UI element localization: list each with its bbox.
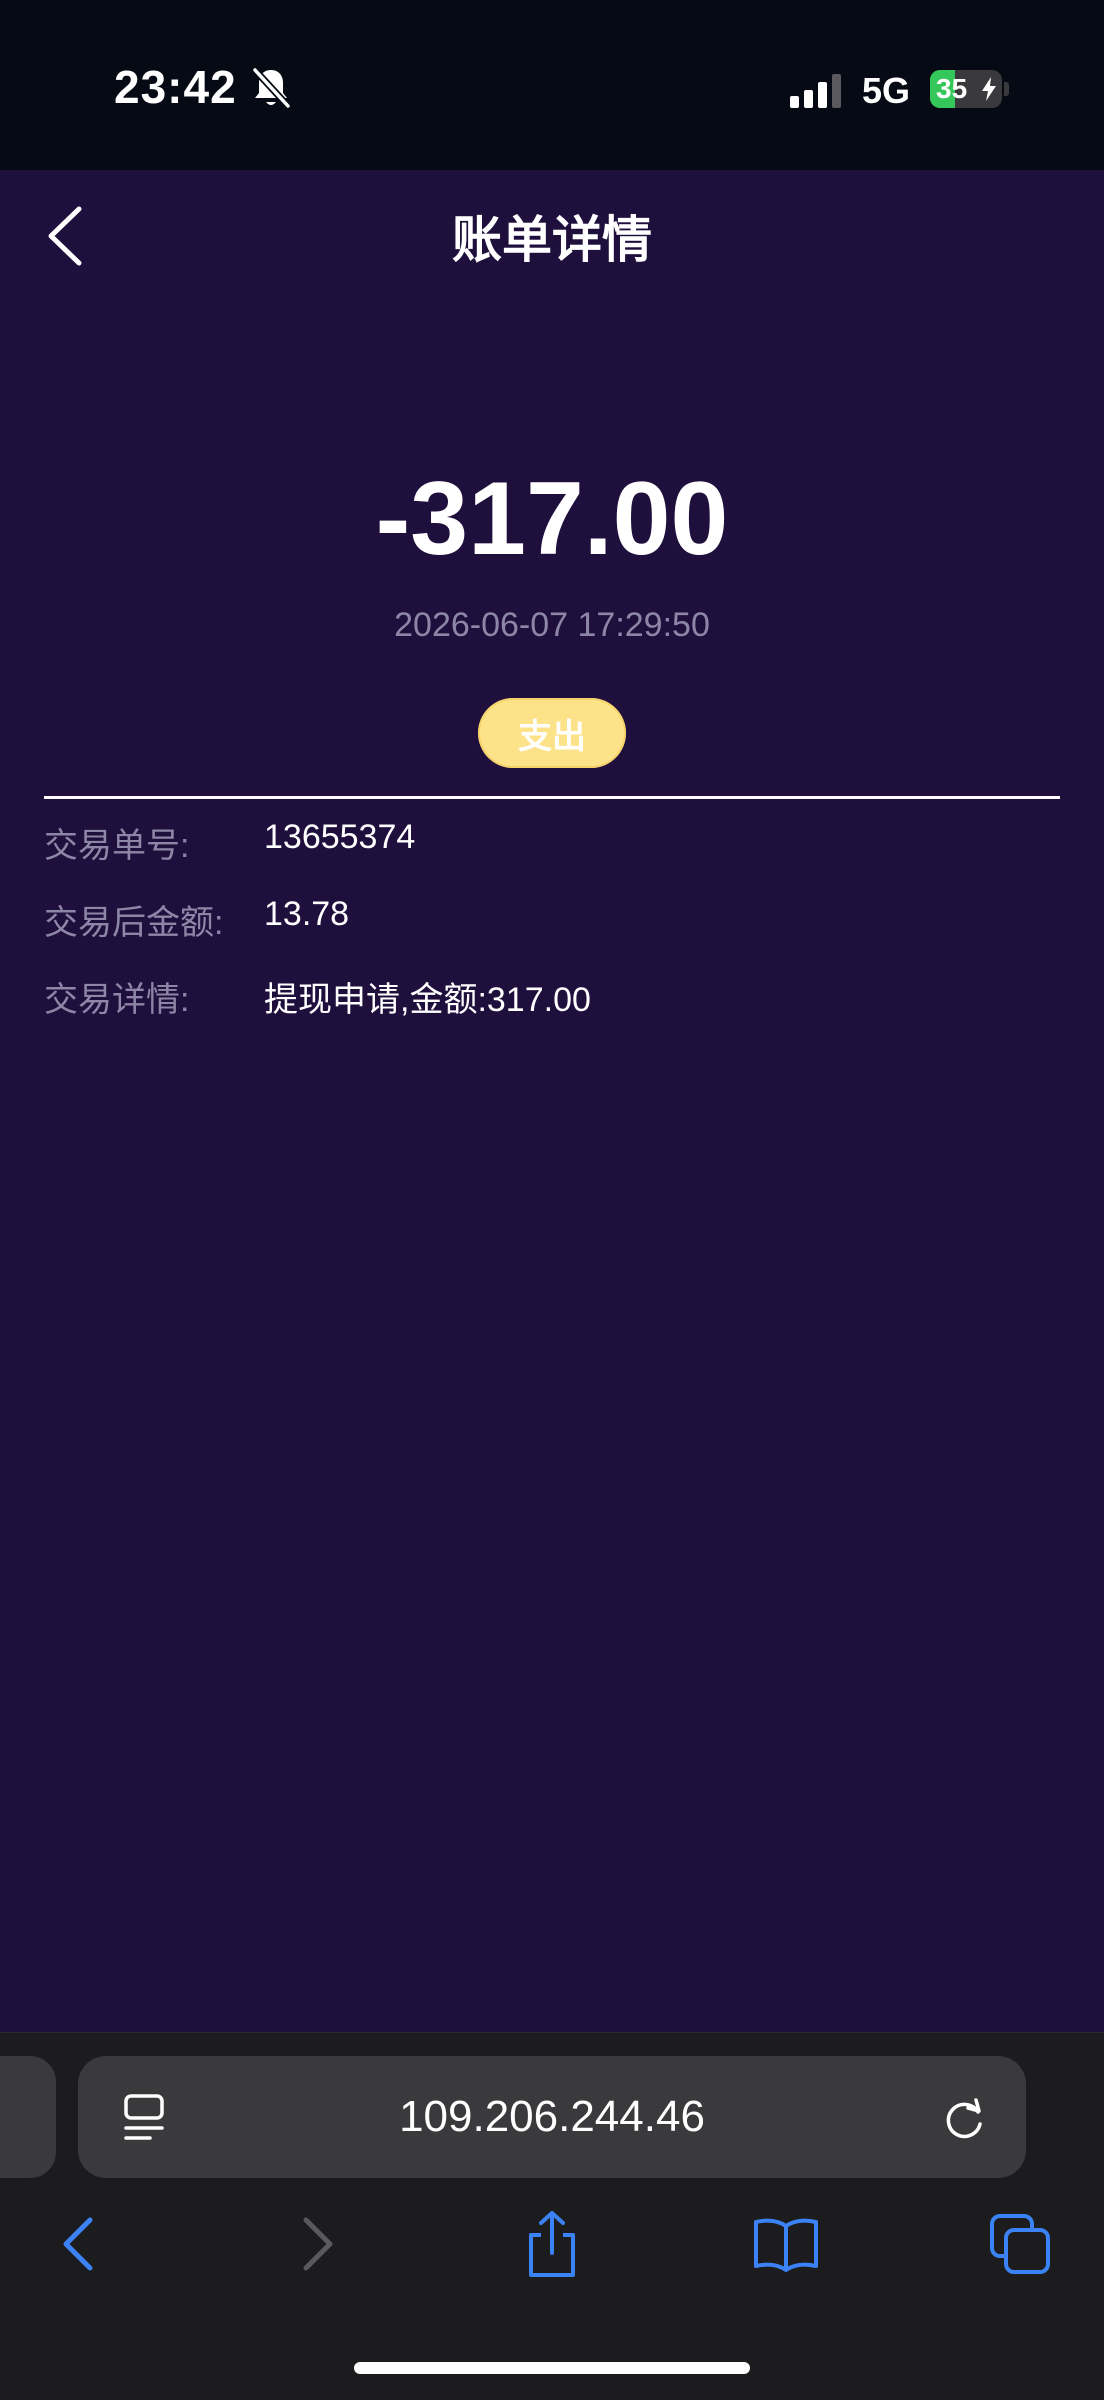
detail-row-description: 交易详情: 提现申请,金额:317.00 bbox=[44, 972, 1060, 1032]
detail-value: 提现申请,金额:317.00 bbox=[264, 981, 591, 1019]
status-bar: 23:42 5G 35 bbox=[0, 0, 1104, 170]
transaction-type-badge: 支出 bbox=[478, 698, 626, 768]
detail-label: 交易单号: bbox=[44, 827, 190, 865]
detail-value: 13655374 bbox=[264, 818, 416, 856]
home-indicator bbox=[354, 2362, 750, 2374]
bookmarks-icon bbox=[754, 2218, 818, 2272]
signal-icon bbox=[790, 74, 841, 108]
detail-row-order-number: 交易单号: 13655374 bbox=[44, 818, 1060, 878]
page-title: 账单详情 bbox=[452, 212, 652, 268]
share-button[interactable] bbox=[516, 2206, 588, 2282]
tabs-icon bbox=[990, 2214, 1050, 2274]
transaction-amount: -317.00 bbox=[375, 461, 729, 577]
bookmarks-button[interactable] bbox=[750, 2206, 822, 2282]
tabs-button[interactable] bbox=[984, 2206, 1056, 2282]
browser-forward-button[interactable] bbox=[282, 2206, 354, 2282]
back-icon bbox=[63, 2217, 93, 2271]
share-icon bbox=[529, 2211, 575, 2277]
divider bbox=[44, 796, 1060, 799]
url-text[interactable]: 109.206.244.46 bbox=[78, 2092, 1026, 2142]
screen: 23:42 5G 35 账单详情 -317.00 2026-06-07 17:2… bbox=[0, 0, 1104, 2400]
status-time: 23:42 bbox=[114, 61, 237, 113]
reload-icon[interactable] bbox=[940, 2094, 990, 2144]
bell-slash-icon bbox=[252, 67, 291, 109]
detail-row-balance-after: 交易后金额: 13.78 bbox=[44, 895, 1060, 955]
browser-back-button[interactable] bbox=[42, 2206, 114, 2282]
previous-tab-peek[interactable] bbox=[0, 2056, 56, 2178]
detail-label: 交易详情: bbox=[44, 981, 190, 1019]
transaction-datetime: 2026-06-07 17:29:50 bbox=[394, 606, 710, 644]
bolt-icon bbox=[982, 77, 996, 101]
forward-icon bbox=[303, 2217, 333, 2271]
battery-icon: 35 bbox=[930, 70, 1002, 108]
detail-value: 13.78 bbox=[264, 895, 350, 933]
battery-level: 35 bbox=[936, 73, 968, 104]
detail-label: 交易后金额: bbox=[44, 904, 224, 942]
network-label: 5G bbox=[862, 70, 911, 111]
battery-cap bbox=[1004, 82, 1009, 96]
